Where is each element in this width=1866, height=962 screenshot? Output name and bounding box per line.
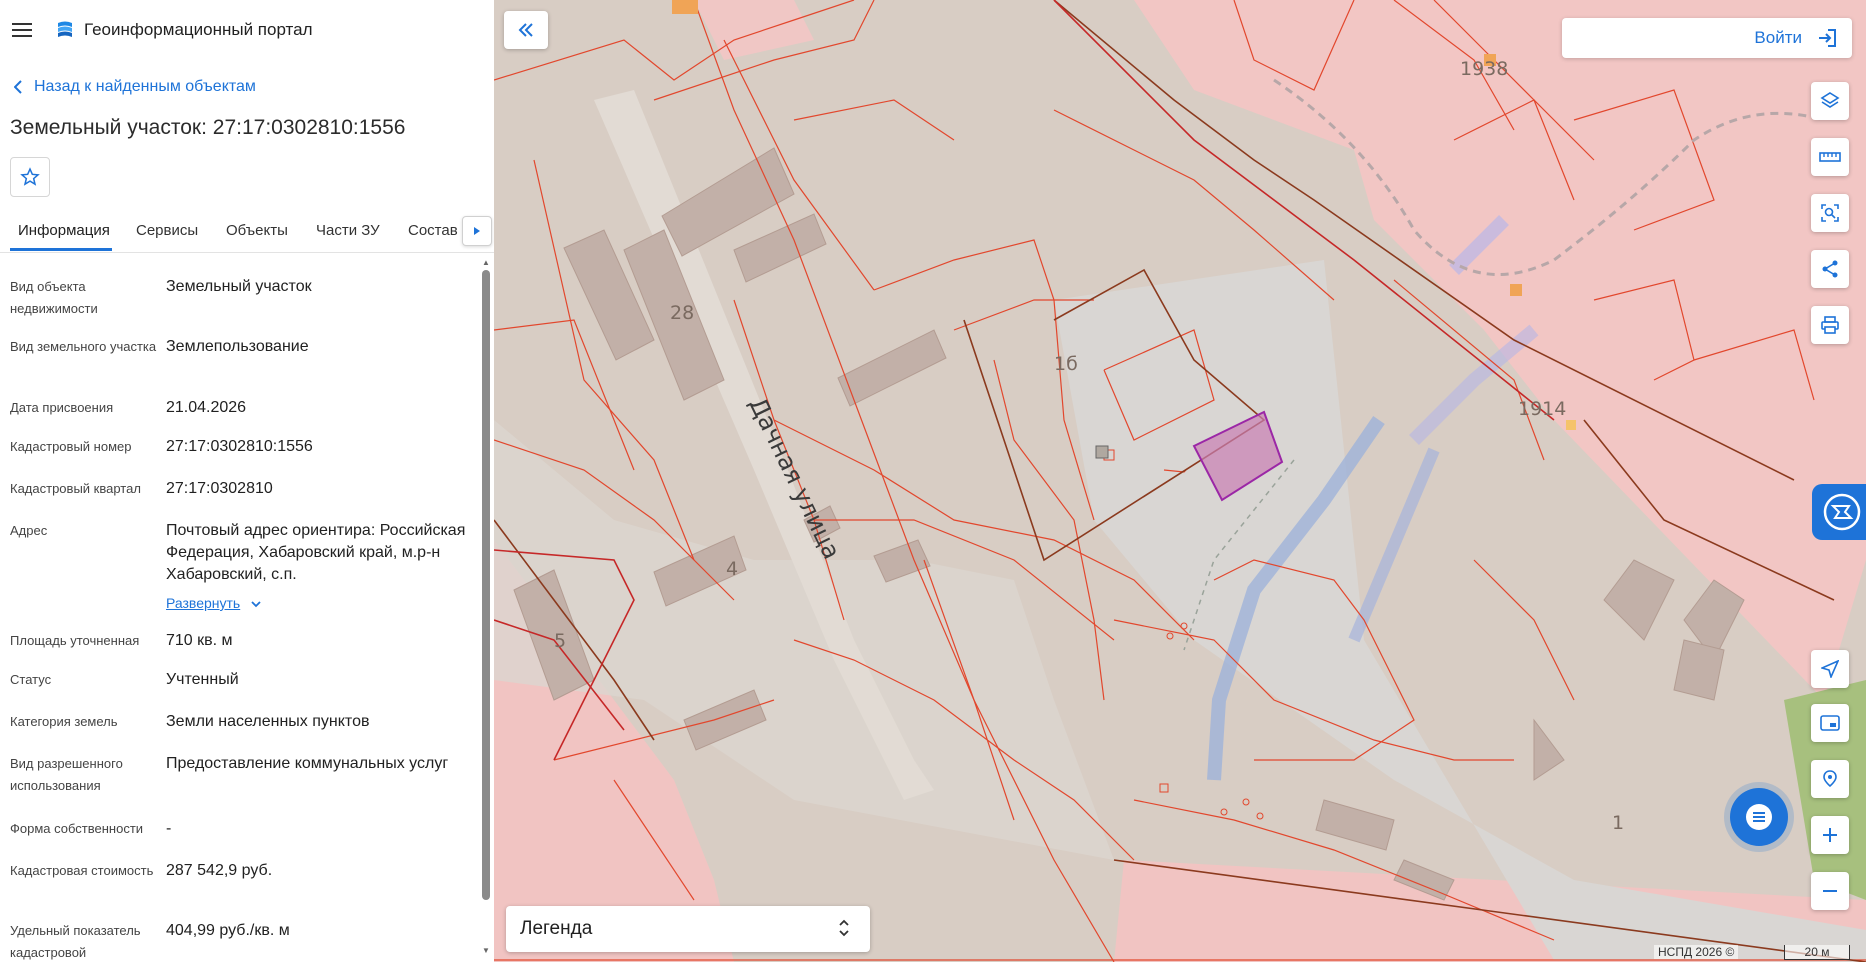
locate-button[interactable] — [1811, 650, 1849, 688]
chat-icon — [1746, 804, 1772, 830]
scroll-up-arrow[interactable]: ▲ — [482, 258, 490, 267]
portal-title: Геоинформационный портал — [84, 20, 313, 39]
favorite-button[interactable] — [10, 157, 50, 197]
area-select-button[interactable] — [1811, 194, 1849, 232]
tab-composition[interactable]: Состав — [408, 222, 458, 239]
tab-objects[interactable]: Объекты — [226, 222, 288, 239]
info-label: Удельный показатель кадастровой — [10, 923, 141, 960]
info-value: Учтенный — [166, 671, 239, 688]
hamburger-icon — [12, 23, 32, 37]
zoom-in-button[interactable] — [1811, 816, 1849, 854]
info-value: 27:17:0302810:1556 — [166, 438, 313, 455]
side-panel: Геоинформационный портал Назад к найденн… — [0, 0, 494, 962]
info-value: 27:17:0302810 — [166, 480, 273, 497]
info-label: Кадастровая стоимость — [10, 863, 154, 878]
legend-label: Легенда — [520, 918, 593, 939]
tab-services[interactable]: Сервисы — [136, 222, 198, 239]
map-label-5: 5 — [554, 630, 567, 652]
zoom-out-icon — [1823, 890, 1837, 892]
chevron-up-down-icon — [839, 919, 849, 937]
info-label: Кадастровый квартал — [10, 481, 141, 496]
back-link-label: Назад к найденным объектам — [34, 78, 256, 95]
info-label: Вид земельного участка — [10, 339, 157, 354]
assistant-button[interactable] — [1812, 484, 1866, 540]
tab-parts[interactable]: Части ЗУ — [316, 222, 380, 239]
expand-address-link[interactable]: Развернуть — [166, 595, 240, 611]
portal-logo-icon — [58, 21, 72, 37]
zoom-out-button[interactable] — [1811, 872, 1849, 910]
chevron-left-icon — [14, 80, 22, 94]
info-value: - — [166, 820, 172, 837]
tab-information[interactable]: Информация — [18, 222, 110, 239]
map-label-1b: 1б — [1054, 353, 1078, 375]
tabs-scroll-right-button[interactable] — [462, 216, 492, 246]
collapse-panel-button[interactable] — [504, 11, 548, 49]
expand-link-wrap[interactable]: Развернуть — [166, 592, 476, 615]
zoom-in-icon — [1823, 828, 1837, 842]
double-chevron-left-icon — [518, 23, 533, 37]
print-button[interactable] — [1811, 306, 1849, 344]
back-to-results-link[interactable]: Назад к найденным объектам — [14, 78, 494, 96]
layers-button[interactable] — [1811, 82, 1849, 120]
locate-icon — [1821, 660, 1839, 678]
info-value: 21.04.2026 — [166, 399, 247, 416]
panel-scrollbar[interactable] — [482, 270, 490, 900]
copyright: НСПД 2026 © — [1654, 945, 1739, 959]
star-icon — [20, 167, 40, 186]
scroll-down-arrow[interactable]: ▼ — [482, 946, 490, 955]
layers-icon — [1820, 92, 1840, 108]
login-button[interactable]: Войти — [1562, 18, 1852, 58]
map-label-1: 1 — [1612, 812, 1625, 834]
map-label-28: 28 — [670, 302, 695, 324]
geo-pin-icon — [1823, 770, 1837, 788]
info-label: Форма собственности — [10, 821, 144, 836]
info-value: Почтовый адрес ориентира: Российская Фед… — [166, 522, 466, 583]
map-canvas[interactable]: 1938 28 1б 1914 4 5 1 Дачная улица Войти — [494, 0, 1866, 962]
minimap-button[interactable] — [1811, 704, 1849, 742]
info-value: Землепользование — [166, 338, 309, 355]
map-background — [494, 0, 1866, 962]
info-label: Дата присвоения — [10, 400, 114, 415]
info-label: Адрес — [10, 523, 48, 538]
map-label-1938: 1938 — [1460, 58, 1509, 80]
legend-selector[interactable]: Легенда — [506, 906, 870, 952]
share-icon — [1822, 260, 1838, 278]
scale-bar: 20 м — [1784, 945, 1850, 960]
menu-button[interactable] — [0, 8, 44, 52]
chat-button[interactable] — [1730, 788, 1788, 846]
info-label: Кадастровый номер — [10, 439, 132, 454]
info-value: Земли населенных пунктов — [166, 713, 370, 730]
active-tab-indicator — [10, 248, 112, 251]
object-title: Земельный участок: 27:17:0302810:1556 — [10, 116, 406, 139]
area-select-icon — [1821, 204, 1839, 222]
ruler-icon — [1819, 152, 1841, 162]
login-icon — [1819, 29, 1836, 47]
info-value: 404,99 руб./кв. м — [166, 922, 290, 939]
info-value: 710 кв. м — [166, 632, 233, 649]
chevron-down-icon — [251, 601, 261, 608]
geo-pin-button[interactable] — [1811, 760, 1849, 798]
map-label-4: 4 — [726, 558, 739, 580]
tab-bar: Информация Сервисы Объекты Части ЗУ Сост… — [0, 212, 494, 253]
print-icon — [1821, 316, 1839, 334]
caret-right-icon — [474, 227, 480, 235]
info-value: 287 542,9 руб. — [166, 862, 273, 879]
assistant-icon — [1823, 493, 1861, 531]
ruler-button[interactable] — [1811, 138, 1849, 176]
share-button[interactable] — [1811, 250, 1849, 288]
info-label: Статус — [10, 672, 52, 687]
info-label: Площадь уточненная — [10, 633, 140, 648]
info-label: Вид объекта недвижимости — [10, 279, 98, 316]
info-label: Категория земель — [10, 714, 118, 729]
info-value: Земельный участок — [166, 278, 312, 295]
picture-in-picture-icon — [1820, 715, 1840, 731]
map-label-1914: 1914 — [1518, 398, 1567, 420]
info-label: Вид разрешенного использования — [10, 756, 123, 793]
info-value: Предоставление коммунальных услуг — [166, 755, 449, 772]
login-label: Войти — [1754, 28, 1802, 47]
panel-header: Геоинформационный портал — [0, 0, 494, 60]
